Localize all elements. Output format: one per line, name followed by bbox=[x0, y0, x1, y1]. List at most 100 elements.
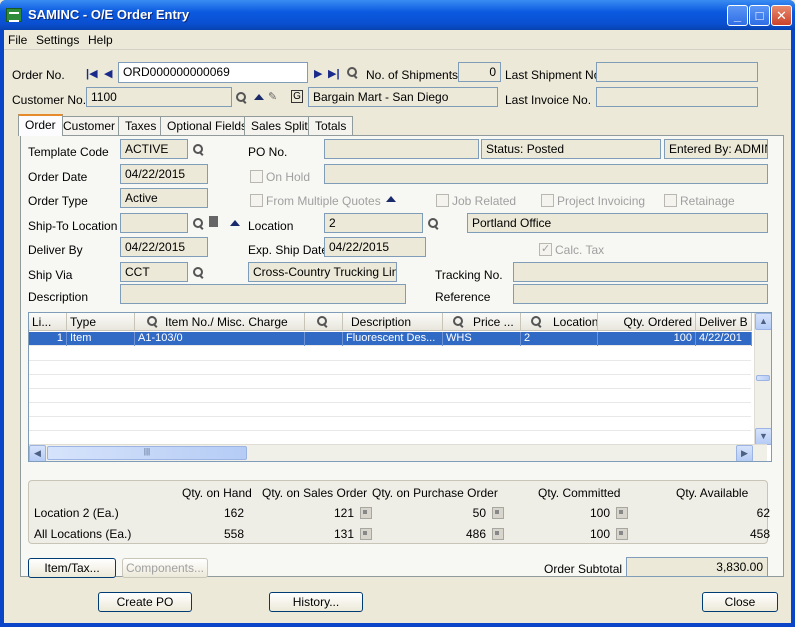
on-hold-checkbox[interactable] bbox=[250, 170, 263, 183]
close-button[interactable]: Close bbox=[702, 592, 778, 612]
tracking-no-input[interactable] bbox=[513, 262, 768, 282]
order-type-select[interactable]: Active bbox=[120, 188, 208, 208]
scroll-up-icon[interactable]: ▲ bbox=[755, 313, 771, 330]
vertical-scroll-thumb[interactable] bbox=[756, 375, 770, 381]
col-qty-ordered[interactable]: Qty. Ordered bbox=[598, 313, 696, 331]
customer-zoom-icon[interactable] bbox=[254, 94, 264, 100]
all-qty-available: 458 bbox=[749, 527, 770, 541]
item-column-finder-icon[interactable] bbox=[147, 316, 158, 327]
menu-help[interactable]: Help bbox=[88, 33, 113, 47]
job-related-checkbox[interactable] bbox=[436, 194, 449, 207]
title-bar[interactable]: SAMINC - O/E Order Entry _ □ ✕ bbox=[0, 0, 795, 30]
grid-vertical-scrollbar[interactable]: ▲ ▼ bbox=[754, 313, 771, 445]
ship-to-document-icon[interactable] bbox=[209, 216, 218, 227]
tab-taxes[interactable]: Taxes bbox=[118, 116, 164, 135]
col-line[interactable]: Li... bbox=[29, 313, 67, 331]
all-sales-order-drilldown-icon[interactable] bbox=[360, 528, 372, 540]
cell-deliver-by: 4/22/201 bbox=[696, 332, 752, 346]
location-column-finder-icon[interactable] bbox=[531, 316, 542, 327]
close-window-button[interactable]: ✕ bbox=[771, 5, 792, 26]
shipments-value: 0 bbox=[458, 62, 501, 82]
qty-on-sales-order-header: Qty. on Sales Order bbox=[262, 486, 368, 500]
empty-row[interactable] bbox=[29, 403, 751, 417]
ship-via-input[interactable]: CCT bbox=[120, 262, 188, 282]
maximize-button[interactable]: □ bbox=[749, 5, 770, 26]
reference-label: Reference bbox=[435, 290, 491, 304]
sales-order-drilldown-icon[interactable] bbox=[360, 507, 372, 519]
reference-input[interactable] bbox=[513, 284, 768, 304]
tab-order[interactable]: Order bbox=[18, 114, 63, 136]
order-finder-icon[interactable] bbox=[347, 67, 358, 78]
all-purchase-order-drilldown-icon[interactable] bbox=[492, 528, 504, 540]
from-quotes-checkbox[interactable] bbox=[250, 194, 263, 207]
order-no-input[interactable]: ORD000000000069 bbox=[118, 62, 308, 83]
col-item-no[interactable]: Item No./ Misc. Charge bbox=[135, 313, 305, 331]
description-input[interactable] bbox=[120, 284, 406, 304]
minimize-button[interactable]: _ bbox=[727, 5, 748, 26]
customer-credit-icon[interactable]: G bbox=[291, 90, 303, 103]
previous-record-icon[interactable]: ◀ bbox=[104, 67, 112, 80]
empty-row[interactable] bbox=[29, 361, 751, 375]
order-detail-grid[interactable]: Li... Type Item No./ Misc. Charge Descri… bbox=[28, 312, 772, 462]
table-row[interactable]: 1 Item A1-103/0 Fluorescent Des... WHS 2… bbox=[29, 332, 752, 346]
location-input[interactable]: 2 bbox=[324, 213, 423, 233]
empty-row[interactable] bbox=[29, 389, 751, 403]
col-finder[interactable] bbox=[305, 313, 343, 331]
menu-settings[interactable]: Settings bbox=[36, 33, 79, 47]
ship-to-zoom-icon[interactable] bbox=[230, 220, 240, 226]
col-description[interactable]: Description bbox=[343, 313, 443, 331]
col-price-list[interactable]: Price ... bbox=[443, 313, 521, 331]
po-no-input[interactable] bbox=[324, 139, 479, 159]
all-qty-on-hand: 558 bbox=[223, 527, 244, 541]
customer-no-label: Customer No. bbox=[12, 93, 87, 107]
project-invoicing-checkbox[interactable] bbox=[541, 194, 554, 207]
misc-column-finder-icon[interactable] bbox=[317, 316, 328, 327]
first-record-icon[interactable]: |◀ bbox=[86, 67, 98, 80]
order-date-input[interactable]: 04/22/2015 bbox=[120, 164, 208, 184]
next-record-icon[interactable]: ▶ bbox=[314, 67, 322, 80]
empty-row[interactable] bbox=[29, 417, 751, 431]
last-record-icon[interactable]: ▶| bbox=[328, 67, 340, 80]
col-type[interactable]: Type bbox=[67, 313, 135, 331]
exp-ship-date-input[interactable]: 04/22/2015 bbox=[324, 237, 426, 257]
customer-finder-icon[interactable] bbox=[236, 92, 247, 103]
location-qty-available: 62 bbox=[756, 506, 770, 520]
item-tax-button[interactable]: Item/Tax... bbox=[28, 558, 116, 578]
ship-via-finder-icon[interactable] bbox=[193, 267, 204, 278]
scroll-down-icon[interactable]: ▼ bbox=[755, 428, 771, 445]
menu-file[interactable]: File bbox=[8, 33, 27, 47]
purchase-order-drilldown-icon[interactable] bbox=[492, 507, 504, 519]
empty-row[interactable] bbox=[29, 347, 751, 361]
template-code-input[interactable]: ACTIVE bbox=[120, 139, 188, 159]
calc-tax-checkbox[interactable] bbox=[539, 242, 552, 256]
horizontal-scroll-thumb[interactable]: ||| bbox=[47, 446, 247, 460]
price-column-finder-icon[interactable] bbox=[453, 316, 464, 327]
scroll-right-icon[interactable]: ▶ bbox=[736, 445, 753, 461]
tab-optional-fields[interactable]: Optional Fields bbox=[160, 116, 255, 135]
scroll-left-icon[interactable]: ◀ bbox=[29, 445, 46, 461]
all-committed-drilldown-icon[interactable] bbox=[616, 528, 628, 540]
tab-totals[interactable]: Totals bbox=[308, 116, 354, 135]
empty-row[interactable] bbox=[29, 431, 751, 445]
create-po-button[interactable]: Create PO bbox=[98, 592, 192, 612]
empty-row[interactable] bbox=[29, 375, 751, 389]
tab-sales-split[interactable]: Sales Split bbox=[244, 116, 315, 135]
col-deliver-by[interactable]: Deliver B bbox=[696, 313, 752, 331]
deliver-by-input[interactable]: 04/22/2015 bbox=[120, 237, 208, 257]
components-button[interactable]: Components... bbox=[122, 558, 208, 578]
ship-to-input[interactable] bbox=[120, 213, 188, 233]
qty-on-hand-header: Qty. on Hand bbox=[182, 486, 252, 500]
retainage-checkbox[interactable] bbox=[664, 194, 677, 207]
quotes-zoom-icon[interactable] bbox=[386, 196, 396, 202]
grid-horizontal-scrollbar[interactable]: ◀ ||| ▶ bbox=[29, 444, 767, 461]
customer-no-input[interactable]: 1100 bbox=[86, 87, 232, 107]
template-finder-icon[interactable] bbox=[193, 144, 204, 155]
tab-customer[interactable]: Customer bbox=[56, 116, 123, 135]
last-shipment-label: Last Shipment No. bbox=[505, 68, 604, 82]
committed-drilldown-icon[interactable] bbox=[616, 507, 628, 519]
ship-to-finder-icon[interactable] bbox=[193, 218, 204, 229]
customer-edit-icon[interactable]: ✎ bbox=[268, 90, 277, 103]
location-finder-icon[interactable] bbox=[428, 218, 439, 229]
col-location[interactable]: Location bbox=[521, 313, 598, 331]
history-button[interactable]: History... bbox=[269, 592, 363, 612]
